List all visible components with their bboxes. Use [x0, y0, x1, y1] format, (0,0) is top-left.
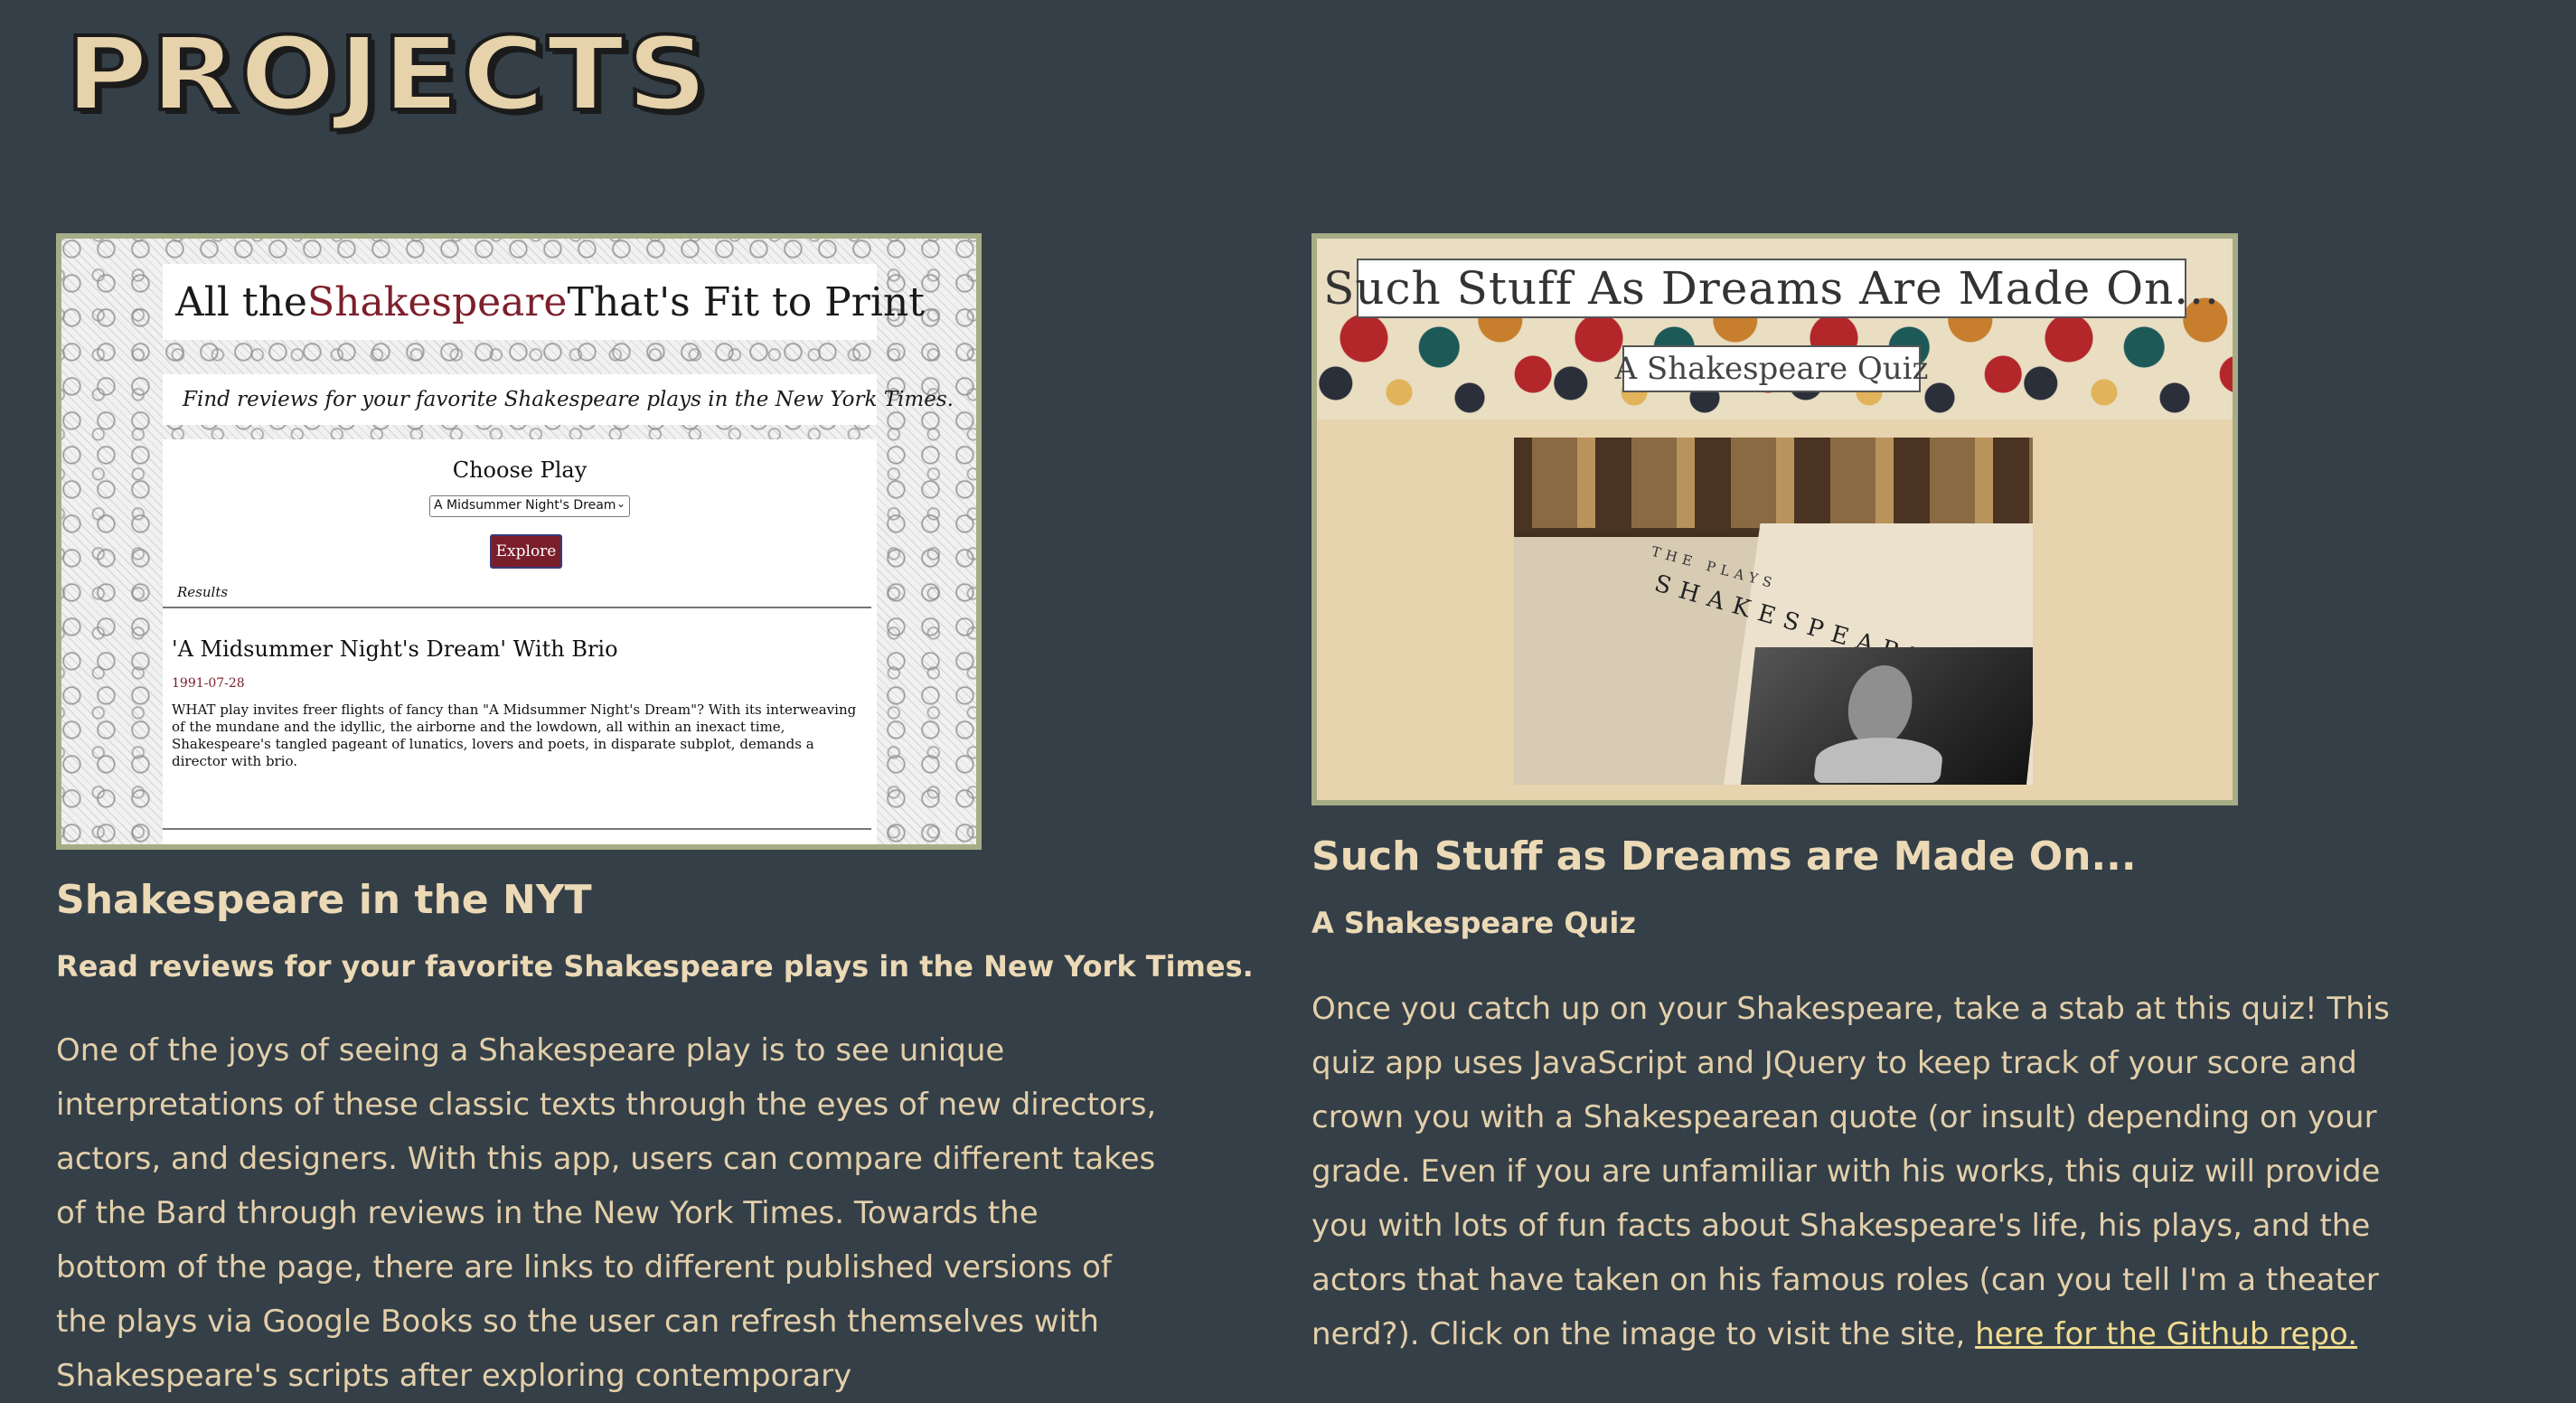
results-label: Results [177, 584, 229, 600]
project-title: Such Stuff as Dreams are Made On... [1312, 833, 2137, 880]
nyt-app-panel: Choose Play A Midsummer Night's Dream ⌄ … [163, 439, 877, 844]
project-title: Shakespeare in the NYT [56, 877, 592, 923]
project-description: One of the joys of seeing a Shakespeare … [56, 1032, 1157, 1394]
github-repo-link[interactable]: here for the Github repo. [1975, 1316, 2357, 1352]
divider [163, 607, 871, 608]
article-title: 'A Midsummer Night's Dream' With Brio [172, 636, 618, 662]
play-select-value: A Midsummer Night's Dream [434, 498, 616, 513]
page-title: PROJECTS [63, 14, 710, 136]
quiz-project-image[interactable]: Such Stuff As Dreams Are Made On... A Sh… [1312, 233, 2238, 805]
heading-highlight: Shakespeare [306, 278, 568, 325]
explore-button: Explore [490, 534, 562, 569]
choose-play-label: Choose Play [452, 457, 588, 483]
nyt-app-heading: All the Shakespeare That's Fit to Print [163, 264, 925, 340]
project-subtitle: A Shakespeare Quiz [1312, 906, 1636, 940]
quiz-app-title: Such Stuff As Dreams Are Made On... [1323, 259, 2219, 318]
shakespeare-portrait [1739, 647, 2033, 785]
article-date: 1991-07-28 [172, 676, 245, 691]
nyt-project-image[interactable]: All the Shakespeare That's Fit to Print … [56, 233, 982, 850]
project-subtitle: Read reviews for your favorite Shakespea… [56, 949, 1254, 984]
portrait-face [1844, 665, 1916, 747]
article-body: WHAT play invites freer flights of fancy… [172, 702, 857, 769]
project-description: Once you catch up on your Shakespeare, t… [1312, 982, 2423, 1361]
book-spines [1514, 438, 2033, 528]
quiz-app-subtitle: A Shakespeare Quiz [1615, 345, 1928, 392]
chevron-down-icon: ⌄ [616, 497, 625, 510]
portrait-collar [1813, 738, 1945, 783]
heading-text: All the [175, 278, 307, 325]
project-description-text: Once you catch up on your Shakespeare, t… [1312, 991, 2390, 1352]
shakespeare-book-photo: THE PLAYS SHAKESPEARE [1514, 438, 2033, 785]
nyt-app-tagline: Find reviews for your favorite Shakespea… [163, 374, 954, 425]
play-select: A Midsummer Night's Dream ⌄ [429, 495, 630, 517]
divider [163, 828, 871, 830]
heading-text-end: That's Fit to Print [567, 278, 925, 325]
